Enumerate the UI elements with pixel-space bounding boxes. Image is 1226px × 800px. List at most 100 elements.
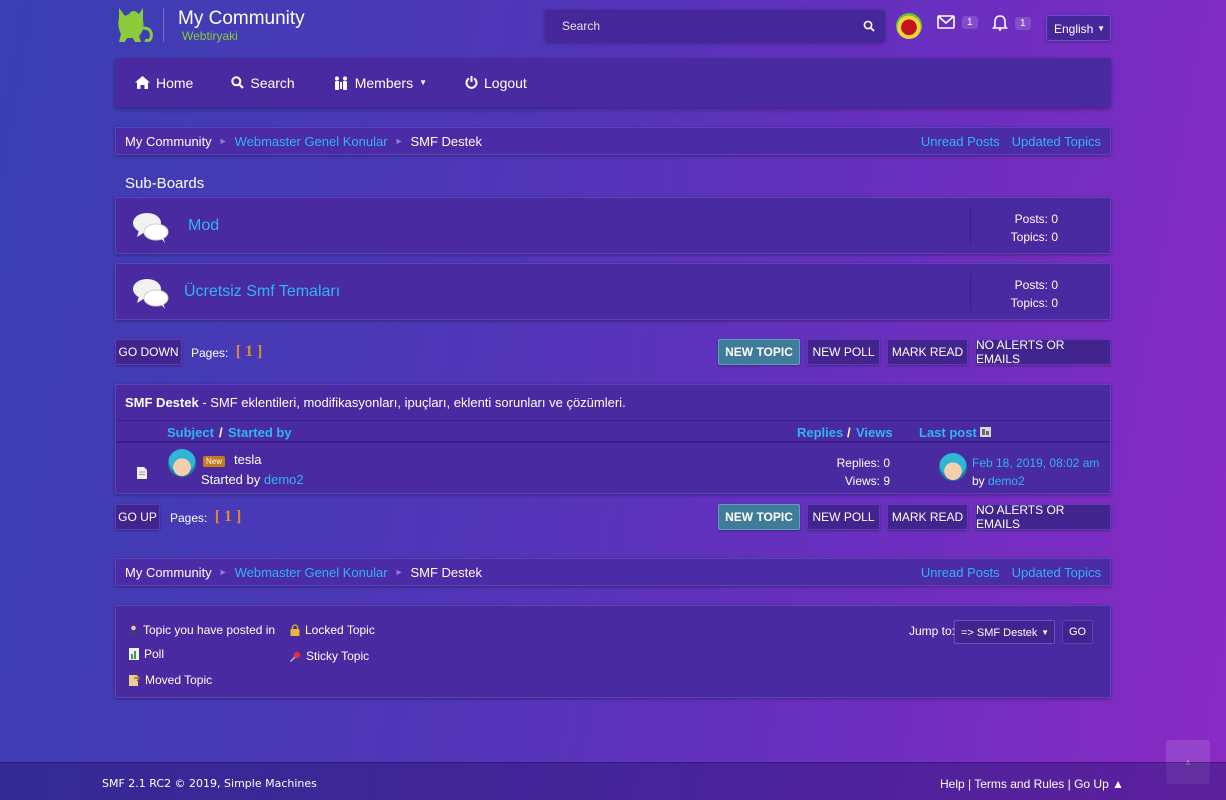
chat-bubbles-icon: [133, 213, 169, 243]
breadcrumb-home[interactable]: My Community: [125, 565, 212, 580]
board-posts: Posts: 0: [1014, 212, 1058, 226]
new-poll-button[interactable]: NEW POLL: [807, 504, 880, 530]
updated-topics-link[interactable]: Updated Topics: [1012, 565, 1101, 580]
mark-read-button[interactable]: MARK READ: [887, 339, 968, 365]
pages-indicator: Pages: [ 1 ]: [191, 343, 263, 362]
language-select[interactable]: English ▼: [1046, 15, 1111, 41]
last-post-date-link[interactable]: Feb 18, 2019, 08:02 am: [972, 454, 1099, 472]
footer-go-up-link[interactable]: Go Up ▲: [1074, 777, 1124, 791]
pin-icon: [290, 651, 301, 662]
caret-down-icon: ▼: [419, 78, 427, 87]
legend-moved: Moved Topic: [129, 673, 212, 687]
topic-last-post: Feb 18, 2019, 08:02 am by demo2: [972, 454, 1099, 490]
lock-icon: [290, 624, 300, 636]
sort-subject[interactable]: Subject: [167, 425, 214, 440]
board-stats: Posts: 0 Topics: 0: [1011, 276, 1058, 312]
new-topic-button[interactable]: NEW TOPIC: [718, 339, 800, 365]
mark-read-button[interactable]: MARK READ: [887, 504, 968, 530]
alerts-count: 1: [1015, 16, 1031, 30]
last-by-prefix: by: [972, 474, 989, 488]
cat-logo-icon[interactable]: [115, 6, 155, 44]
no-alerts-button[interactable]: NO ALERTS OR EMAILS: [975, 338, 1111, 366]
new-topic-button[interactable]: NEW TOPIC: [718, 504, 800, 530]
new-poll-button[interactable]: NEW POLL: [807, 339, 880, 365]
pages-label: Pages:: [170, 511, 208, 525]
last-post-author-link[interactable]: demo2: [988, 474, 1025, 488]
breadcrumb-home[interactable]: My Community: [125, 134, 212, 149]
go-down-button[interactable]: GO DOWN: [115, 339, 182, 365]
avatar[interactable]: [168, 449, 196, 477]
site-title[interactable]: My Community: [178, 8, 305, 30]
nav-search[interactable]: Search: [231, 75, 295, 91]
copyright-link[interactable]: SMF 2.1 RC2 © 2019, Simple Machines: [102, 777, 317, 790]
breadcrumb: My Community ► Webmaster Genel Konular ►…: [115, 127, 1111, 155]
sort-started-by[interactable]: Started by: [228, 425, 292, 440]
topic-views: Views: 9: [844, 474, 890, 488]
jump-to-select[interactable]: => SMF Destek ▼: [954, 620, 1055, 644]
header-slash: /: [219, 425, 223, 440]
search-input[interactable]: [545, 10, 885, 42]
unread-posts-link[interactable]: Unread Posts: [921, 134, 1000, 149]
chat-bubbles-icon: [133, 279, 169, 309]
breadcrumb-category[interactable]: Webmaster Genel Konular: [235, 565, 388, 580]
jump-to-label: Jump to:: [909, 624, 956, 638]
topic-icon: [137, 467, 147, 479]
page-number-link[interactable]: [ 1 ]: [215, 508, 242, 525]
home-icon: [135, 76, 150, 89]
legend-moved-label: Moved Topic: [145, 673, 213, 687]
breadcrumb-category[interactable]: Webmaster Genel Konular: [235, 134, 388, 149]
site-subtitle: Webtiryaki: [182, 29, 238, 43]
breadcrumb-current[interactable]: SMF Destek: [410, 565, 482, 580]
unread-posts-link[interactable]: Unread Posts: [921, 565, 1000, 580]
main-menu: Home Search Members ▼ Logout: [115, 58, 1111, 107]
messages-button[interactable]: 1: [937, 15, 978, 29]
topic-title-link[interactable]: tesla: [234, 452, 261, 467]
nav-home-label: Home: [156, 74, 194, 91]
board-divider: [970, 208, 971, 244]
alerts-button[interactable]: 1: [992, 15, 1031, 31]
header-slash: /: [847, 425, 851, 440]
jump-to-value: => SMF Destek: [961, 627, 1038, 639]
breadcrumb-current[interactable]: SMF Destek: [410, 134, 482, 149]
user-avatar[interactable]: [896, 13, 922, 39]
pagination-top: GO DOWN Pages: [ 1 ] NEW TOPIC NEW POLL …: [115, 338, 1111, 366]
board-stats: Posts: 0 Topics: 0: [1011, 210, 1058, 246]
jump-go-button[interactable]: GO: [1062, 620, 1093, 644]
sort-views[interactable]: Views: [856, 425, 893, 440]
legend-sticky-label: Sticky Topic: [306, 649, 370, 663]
nav-members[interactable]: Members ▼: [333, 75, 427, 91]
topic-started-by: Started by demo2: [201, 472, 304, 487]
nav-logout[interactable]: Logout: [465, 75, 527, 91]
footer-terms-link[interactable]: Terms and Rules: [974, 777, 1064, 791]
topic-list-header: Subject / Started by Replies / Views Las…: [116, 420, 1110, 443]
sort-replies[interactable]: Replies: [797, 425, 843, 440]
legend-poll-label: Poll: [144, 647, 165, 661]
go-up-button[interactable]: GO UP: [115, 504, 160, 530]
footer-links: Help | Terms and Rules | Go Up ▲: [940, 777, 1124, 791]
board-posts: Posts: 0: [1014, 278, 1058, 292]
topic-author-link[interactable]: demo2: [264, 472, 304, 487]
avatar[interactable]: [939, 453, 967, 481]
started-prefix: Started by: [201, 472, 264, 487]
legend-posted-in-label: Topic you have posted in: [143, 623, 276, 637]
new-badge[interactable]: New: [203, 456, 226, 467]
board-name-link[interactable]: Ücretsiz Smf Temaları: [184, 283, 340, 301]
nav-members-label: Members: [354, 74, 414, 91]
sort-last-post[interactable]: Last post: [919, 425, 977, 440]
board-row: Ücretsiz Smf Temaları Posts: 0 Topics: 0: [115, 263, 1111, 320]
search-icon[interactable]: [863, 20, 875, 32]
footer-help-link[interactable]: Help: [940, 777, 965, 791]
updated-topics-link[interactable]: Updated Topics: [1012, 134, 1101, 149]
topic-replies: Replies: 0: [836, 456, 890, 470]
arrow-right-icon: ►: [394, 136, 404, 146]
language-value: English: [1054, 22, 1094, 36]
nav-home[interactable]: Home: [135, 75, 193, 91]
members-icon: [334, 76, 347, 90]
moved-icon: [129, 674, 140, 686]
board-name-link[interactable]: Mod: [188, 217, 219, 235]
envelope-icon: [937, 15, 955, 29]
page-number-link[interactable]: [ 1 ]: [236, 343, 263, 360]
sort-icon[interactable]: [980, 427, 991, 437]
no-alerts-button[interactable]: NO ALERTS OR EMAILS: [975, 503, 1111, 531]
legend-poll: Poll: [129, 647, 164, 661]
